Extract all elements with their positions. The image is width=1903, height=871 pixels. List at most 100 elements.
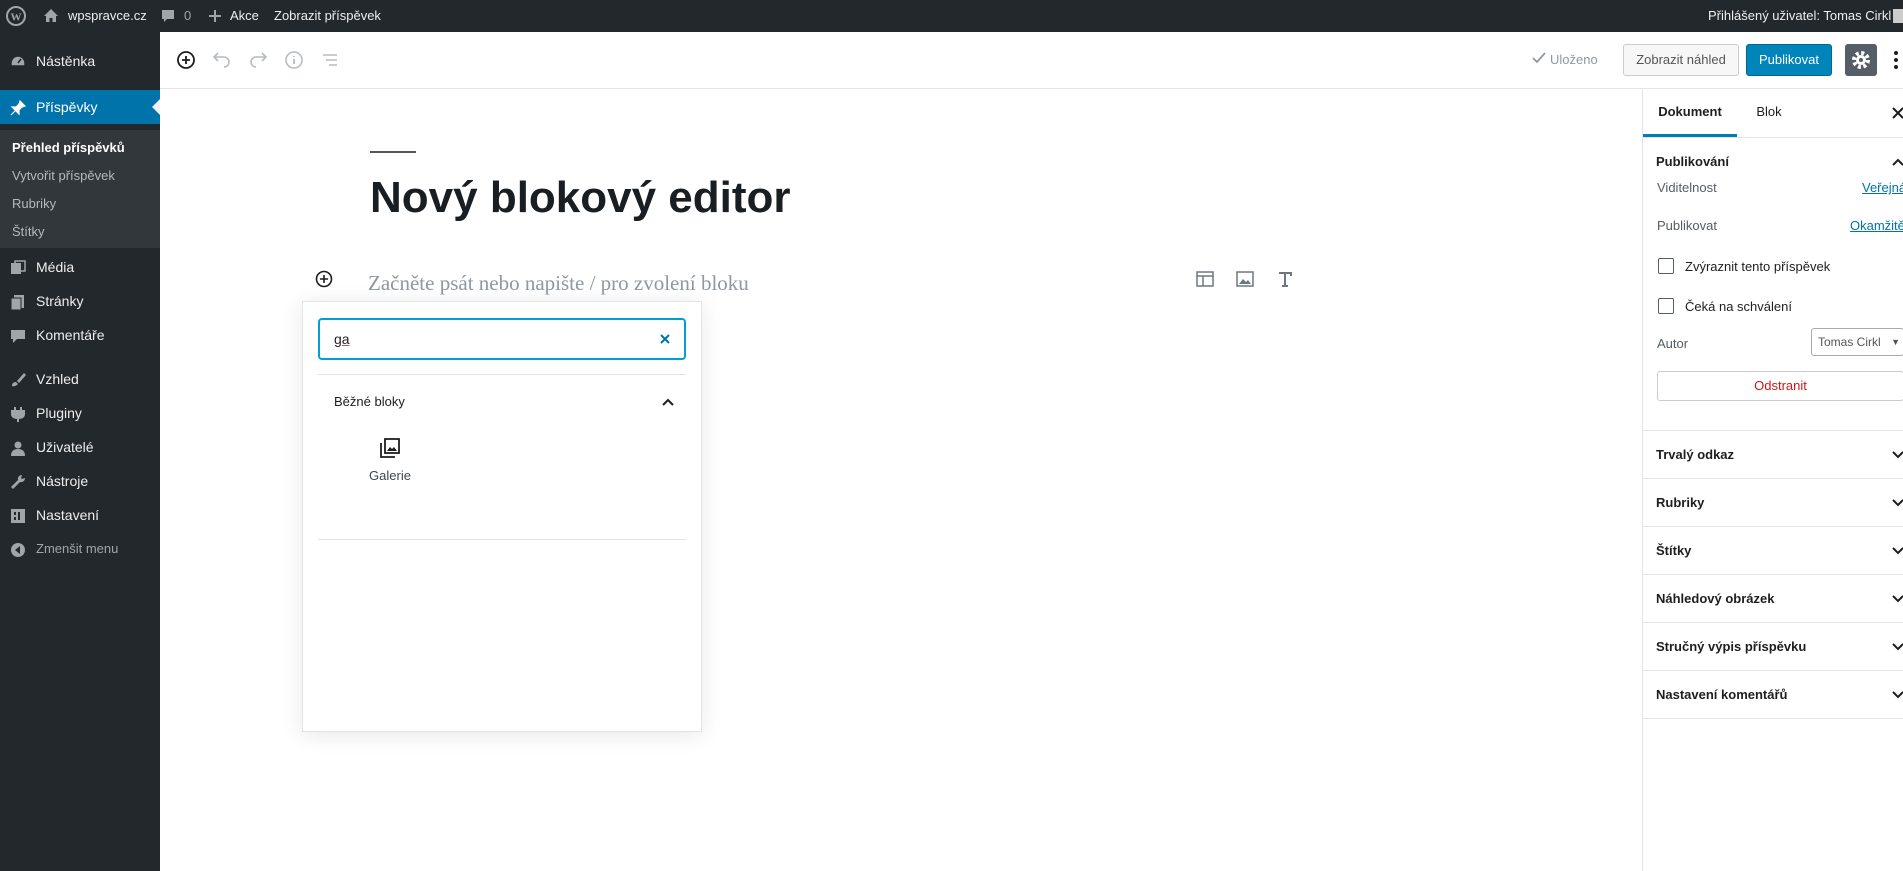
sidebar-item-posts[interactable]: Příspěvky — [0, 90, 160, 124]
sticky-label[interactable]: Zvýraznit tento příspěvek — [1685, 259, 1830, 274]
submenu-item-all-posts[interactable]: Přehled příspěvků — [12, 138, 125, 158]
avatar[interactable] — [1893, 9, 1903, 23]
sidebar-item-label: Zmenšit menu — [36, 541, 119, 556]
settings-icon — [11, 509, 25, 523]
section-label: Rubriky — [1656, 495, 1705, 510]
gallery-block-item[interactable]: Galerie — [348, 436, 432, 506]
panel-section-discussion[interactable]: Nastavení komentářů — [1643, 671, 1903, 719]
tab-document[interactable]: Dokument — [1643, 89, 1737, 137]
sidebar-item-dashboard[interactable]: Nástěnka — [0, 44, 160, 78]
sidebar-item-pages[interactable]: Stránky — [0, 284, 160, 318]
caret-down-icon: ▼ — [1891, 337, 1900, 347]
sidebar-item-users[interactable]: Uživatelé — [0, 430, 160, 464]
pending-label[interactable]: Čeká na schválení — [1685, 299, 1792, 314]
more-menu-button[interactable] — [1893, 48, 1899, 72]
heading-icon[interactable] — [1275, 269, 1295, 289]
sidebar-item-tools[interactable]: Nástroje — [0, 464, 160, 498]
gear-icon — [1852, 51, 1870, 69]
submenu-item-new-post[interactable]: Vytvořit příspěvek — [12, 166, 115, 186]
clear-search-icon[interactable] — [657, 331, 673, 347]
svg-text:W: W — [11, 12, 22, 24]
admin-bar: W wpspravce.cz 0 Akce Zobrazit příspěvek… — [0, 0, 1903, 32]
sidebar-item-settings[interactable]: Nastavení — [0, 498, 160, 532]
sidebar-item-plugins[interactable]: Pluginy — [0, 396, 160, 430]
panel-section-categories[interactable]: Rubriky — [1643, 479, 1903, 527]
panel-section-permalink[interactable]: Trvalý odkaz — [1643, 431, 1903, 479]
user-greeting[interactable]: Přihlášený uživatel: Tomas Cirkl — [1708, 0, 1891, 32]
panel-section-tags[interactable]: Štítky — [1643, 527, 1903, 575]
post-title[interactable]: Nový blokový editor — [370, 173, 791, 223]
table-icon[interactable] — [1195, 269, 1215, 289]
new-label: Akce — [230, 8, 259, 23]
info-icon[interactable] — [282, 48, 306, 72]
panel-section-featured-image[interactable]: Náhledový obrázek — [1643, 575, 1903, 623]
visibility-label: Viditelnost — [1657, 180, 1717, 195]
close-icon[interactable] — [1891, 106, 1903, 120]
publish-panel: Publikování Viditelnost Veřejná Publikov… — [1643, 138, 1903, 431]
section-label: Náhledový obrázek — [1656, 591, 1775, 606]
visibility-link[interactable]: Veřejná — [1862, 180, 1903, 195]
author-value: Tomas Cirkl — [1818, 335, 1881, 349]
view-post-link[interactable]: Zobrazit příspěvek — [274, 0, 381, 32]
brush-icon — [12, 373, 26, 387]
submenu-item-categories[interactable]: Rubriky — [12, 194, 56, 214]
wrench-icon — [11, 474, 26, 489]
chevron-up-icon[interactable] — [660, 394, 676, 410]
category-label[interactable]: Běžné bloky — [334, 394, 405, 409]
submenu-item-tags[interactable]: Štítky — [12, 222, 45, 242]
plugin-icon — [11, 407, 25, 422]
publish-section-title[interactable]: Publikování — [1656, 138, 1729, 185]
saved-status: Uloženo — [1532, 32, 1598, 88]
undo-icon[interactable] — [210, 48, 234, 72]
section-label: Nastavení komentářů — [1656, 687, 1788, 702]
settings-toggle-button[interactable] — [1845, 44, 1877, 76]
block-add-icon[interactable] — [314, 269, 334, 289]
author-select[interactable]: Tomas Cirkl ▼ — [1811, 328, 1903, 356]
dashboard-icon — [10, 55, 26, 67]
delete-button[interactable]: Odstranit — [1657, 371, 1903, 401]
site-name: wpspravce.cz — [68, 8, 147, 23]
comments-link[interactable]: 0 — [160, 0, 191, 32]
sidebar-item-comments[interactable]: Komentáře — [0, 318, 160, 352]
new-content-link[interactable]: Akce — [208, 0, 259, 32]
pages-icon — [10, 295, 24, 311]
section-label: Stručný výpis příspěvku — [1656, 639, 1807, 654]
chevron-down-icon — [1892, 643, 1903, 651]
block-search-input[interactable]: ga — [318, 318, 686, 360]
block-placeholder[interactable]: Začněte psát nebo napište / pro zvolení … — [368, 271, 749, 296]
collapse-menu-button[interactable]: Zmenšit menu — [0, 532, 160, 566]
publish-button[interactable]: Publikovat — [1746, 44, 1832, 76]
sticky-checkbox[interactable] — [1658, 258, 1674, 274]
image-icon[interactable] — [1235, 269, 1255, 289]
block-inserter-popover: ga Běžné bloky Galerie — [302, 301, 702, 732]
site-home-link[interactable]: wpspravce.cz — [42, 0, 147, 32]
sidebar-item-media[interactable]: Média — [0, 250, 160, 284]
redo-icon[interactable] — [246, 48, 270, 72]
publish-time-link[interactable]: Okamžitě — [1850, 218, 1903, 233]
comment-icon — [11, 330, 25, 343]
home-icon — [44, 9, 58, 22]
preview-button[interactable]: Zobrazit náhled — [1623, 44, 1739, 76]
section-label: Štítky — [1656, 543, 1692, 558]
panel-section-excerpt[interactable]: Stručný výpis příspěvku — [1643, 623, 1903, 671]
panel-tabs: Dokument Blok — [1643, 89, 1903, 138]
add-block-icon[interactable] — [174, 48, 198, 72]
divider — [318, 539, 686, 540]
sidebar-item-appearance[interactable]: Vzhled — [0, 362, 160, 396]
outline-icon[interactable] — [318, 48, 342, 72]
sidebar-item-label: Vzhled — [36, 371, 79, 387]
search-value: ga — [334, 331, 350, 347]
tab-block[interactable]: Blok — [1737, 89, 1801, 137]
chevron-up-icon[interactable] — [1891, 155, 1903, 169]
media-icon — [11, 260, 26, 274]
admin-sidebar: Nástěnka Příspěvky Přehled příspěvků Vyt… — [0, 32, 160, 871]
sidebar-item-label: Stránky — [36, 293, 84, 309]
sidebar-item-label: Média — [36, 259, 75, 275]
gallery-icon — [380, 438, 400, 458]
sidebar-item-label: Nástroje — [36, 473, 89, 489]
title-separator — [370, 151, 416, 153]
posts-submenu: Přehled příspěvků Vytvořit příspěvek Rub… — [0, 130, 160, 248]
user-icon — [11, 441, 25, 456]
wordpress-logo-icon[interactable]: W — [6, 0, 26, 32]
pending-checkbox[interactable] — [1658, 298, 1674, 314]
